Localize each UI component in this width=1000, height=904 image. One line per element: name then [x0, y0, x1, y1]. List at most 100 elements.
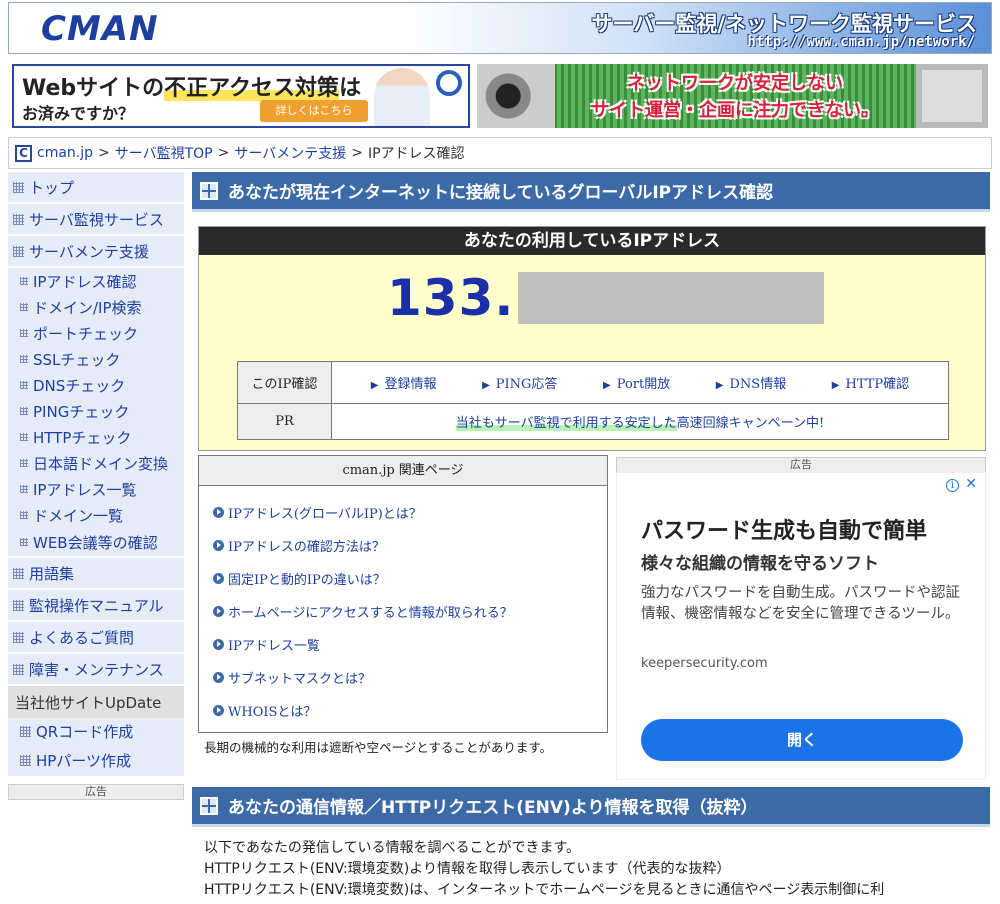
ad-subheadline: 様々な組織の情報を守るソフト: [641, 554, 879, 574]
grid-bullet-icon: [13, 245, 24, 257]
banner-left-subline: お済みですか？: [22, 104, 135, 123]
related-pages-box: cman.jp 関連ページ IPアドレス(グローバルIP)とは？ IPアドレスの…: [198, 455, 608, 733]
grid-bullet-icon: [20, 725, 31, 737]
grid-bullet-icon: [20, 511, 28, 519]
sidebar-update-hp-parts[interactable]: HPパーツ作成: [8, 744, 184, 776]
ad-close-icon[interactable]: ✕: [965, 476, 977, 492]
circle-arrow-icon: [213, 507, 224, 518]
pr-link[interactable]: 当社もサーバ監視で利用する安定した高速回線キャンペーン中!: [331, 403, 949, 440]
sidebar-subitem-ip-check[interactable]: IPアドレス確認: [8, 268, 184, 294]
main-content: あなたが現在インターネットに接続しているグローバルIPアドレス確認 あなたの利用…: [192, 172, 990, 898]
grid-bullet-icon: [20, 754, 31, 766]
triangle-right-icon: ▶: [603, 380, 611, 391]
sidebar-subitem-http-check[interactable]: HTTPチェック: [8, 424, 184, 450]
related-link[interactable]: IPアドレス(グローバルIP)とは？: [213, 496, 607, 529]
circle-arrow-icon: [213, 639, 224, 650]
banner-network-stability[interactable]: ネットワークが安定しない サイト運営・企画に注力できない。: [477, 64, 988, 128]
circle-arrow-icon: [213, 540, 224, 551]
sidebar-subitem-idn-convert[interactable]: 日本語ドメイン変換: [8, 450, 184, 476]
triangle-right-icon: ▶: [370, 380, 379, 391]
circle-arrow-icon: [213, 672, 224, 683]
ip-address-box: あなたの利用しているIPアドレス 133. このIP確認 ▶ 登録情報 ▶ PING…: [198, 226, 986, 451]
header-url: http://www.cman.jp/network/: [747, 34, 975, 50]
link-port[interactable]: ▶ Port開放: [603, 373, 670, 392]
sidebar-update-qr[interactable]: QRコード作成: [8, 718, 184, 744]
sidebar-subitem-ip-list[interactable]: IPアドレス一覧: [8, 476, 184, 502]
breadcrumb-current: IPアドレス確認: [367, 146, 465, 162]
sidebar-subitem-domain-list[interactable]: ドメイン一覧: [8, 502, 184, 528]
grid-bullet-icon: [20, 329, 28, 337]
ip-redacted-mask: [518, 272, 825, 324]
related-link[interactable]: IPアドレス一覧: [213, 628, 607, 661]
grid-bullet-icon: [20, 485, 28, 493]
grid-bullet-icon: [13, 663, 24, 675]
related-link[interactable]: ホームページにアクセスすると情報が取られる？: [213, 595, 607, 628]
monitor-image: [916, 64, 988, 128]
grid-bullet-icon: [13, 599, 24, 611]
related-link[interactable]: 固定IPと動的IPの違いは？: [213, 562, 607, 595]
sidebar-nav: トップ サーバ監視サービス サーバメンテ支援 IPアドレス確認 ドメイン/IP検…: [8, 172, 184, 904]
banner-left-details-button[interactable]: 詳しくはこちら: [260, 100, 368, 122]
breadcrumb-cman[interactable]: cman.jp: [37, 145, 93, 161]
related-link[interactable]: WHOISとは？: [213, 694, 607, 727]
sidebar-item-glossary[interactable]: 用語集: [8, 558, 184, 590]
section-env-header: あなたの通信情報／HTTPリクエスト(ENV)より情報を取得（抜粋）: [192, 787, 990, 827]
ad-panel[interactable]: i ✕ パスワード生成も自動で簡単 様々な組織の情報を守るソフト 強力なパスワー…: [616, 472, 986, 780]
link-registration-info[interactable]: ▶ 登録情報: [371, 373, 437, 392]
cman-small-logo-icon: C: [15, 144, 32, 162]
site-header: CMAN サーバー監視/ネットワーク監視サービス http://www.cman…: [8, 2, 992, 54]
section-ip-check-title: あなたが現在インターネットに接続しているグローバルIPアドレス確認: [228, 183, 774, 203]
related-pages-title: cman.jp 関連ページ: [199, 456, 607, 486]
breadcrumb-maintenance[interactable]: サーバメンテ支援: [234, 143, 346, 163]
banner-right-line2: サイト運営・企画に注力できない。: [591, 100, 879, 121]
related-link[interactable]: IPアドレスの確認方法は？: [213, 529, 607, 562]
link-dns[interactable]: ▶ DNS情報: [716, 373, 786, 392]
sidebar-item-faq[interactable]: よくあるご質問: [8, 622, 184, 654]
brand-mark-icon: [436, 70, 462, 96]
banner-unauthorized-access[interactable]: Webサイトの不正アクセス対策は お済みですか？ 詳しくはこちら: [12, 64, 470, 128]
sidebar-subitem-port-check[interactable]: ポートチェック: [8, 320, 184, 346]
grid-bullet-icon: [20, 433, 28, 441]
sidebar-item-manual[interactable]: 監視操作マニュアル: [8, 590, 184, 622]
sidebar-item-monitor-service[interactable]: サーバ監視サービス: [8, 204, 184, 236]
ad-headline: パスワード生成も自動で簡単: [641, 519, 928, 544]
doctor-illustration: [374, 68, 430, 126]
ad-open-button[interactable]: 開く: [641, 719, 963, 761]
sidebar-subitem-web-meeting[interactable]: WEB会議等の確認: [8, 528, 184, 558]
triangle-right-icon: ▶: [831, 380, 840, 391]
sidebar-subitem-domain-search[interactable]: ドメイン/IP検索: [8, 294, 184, 320]
sidebar-item-maintenance[interactable]: サーバメンテ支援: [8, 236, 184, 268]
grid-bullet-icon: [20, 277, 28, 285]
grid-bullet-icon: [20, 355, 28, 363]
banner-right-line1: ネットワークが安定しない: [627, 73, 843, 94]
camera-image: [477, 64, 555, 128]
grid-bullet-icon: [13, 181, 24, 193]
ip-box-title: あなたの利用しているIPアドレス: [199, 227, 985, 255]
usage-note: 長期の機械的な利用は遮断や空ページとすることがあります。: [204, 740, 553, 755]
ad-info-icon[interactable]: i: [946, 479, 959, 492]
link-ping[interactable]: ▶ PING応答: [482, 373, 557, 392]
sidebar-item-top[interactable]: トップ: [8, 172, 184, 204]
circle-arrow-icon: [213, 705, 224, 716]
grid-bullet-icon: [13, 631, 24, 643]
grid-bullet-icon: [20, 303, 28, 311]
sidebar-subitem-ping-check[interactable]: PINGチェック: [8, 398, 184, 424]
cman-logo[interactable]: CMAN: [41, 9, 159, 49]
triangle-right-icon: ▶: [715, 380, 724, 391]
section-ip-check-header: あなたが現在インターネットに接続しているグローバルIPアドレス確認: [192, 172, 990, 212]
triangle-right-icon: ▶: [482, 380, 490, 391]
grid-bullet-icon: [20, 407, 28, 415]
grid-bullet-icon: [13, 567, 24, 579]
breadcrumb-monitor-top[interactable]: サーバ監視TOP: [115, 143, 213, 163]
pr-label: PR: [237, 403, 332, 440]
grid-bullet-icon: [20, 459, 28, 467]
sidebar-subitem-dns-check[interactable]: DNSチェック: [8, 372, 184, 398]
grid-bullet-icon: [13, 213, 24, 225]
sidebar-subitem-ssl-check[interactable]: SSLチェック: [8, 346, 184, 372]
window-grid-icon: [200, 796, 218, 815]
sidebar-update-header: 当社他サイトUpDate: [8, 686, 184, 718]
ad-body: 強力なパスワードを自動生成。パスワードや認証情報、機密情報などを安全に管理できる…: [641, 585, 960, 622]
link-http[interactable]: ▶ HTTP確認: [832, 373, 909, 392]
related-link[interactable]: サブネットマスクとは？: [213, 661, 607, 694]
sidebar-item-maintenance-info[interactable]: 障害・メンテナンス: [8, 654, 184, 686]
